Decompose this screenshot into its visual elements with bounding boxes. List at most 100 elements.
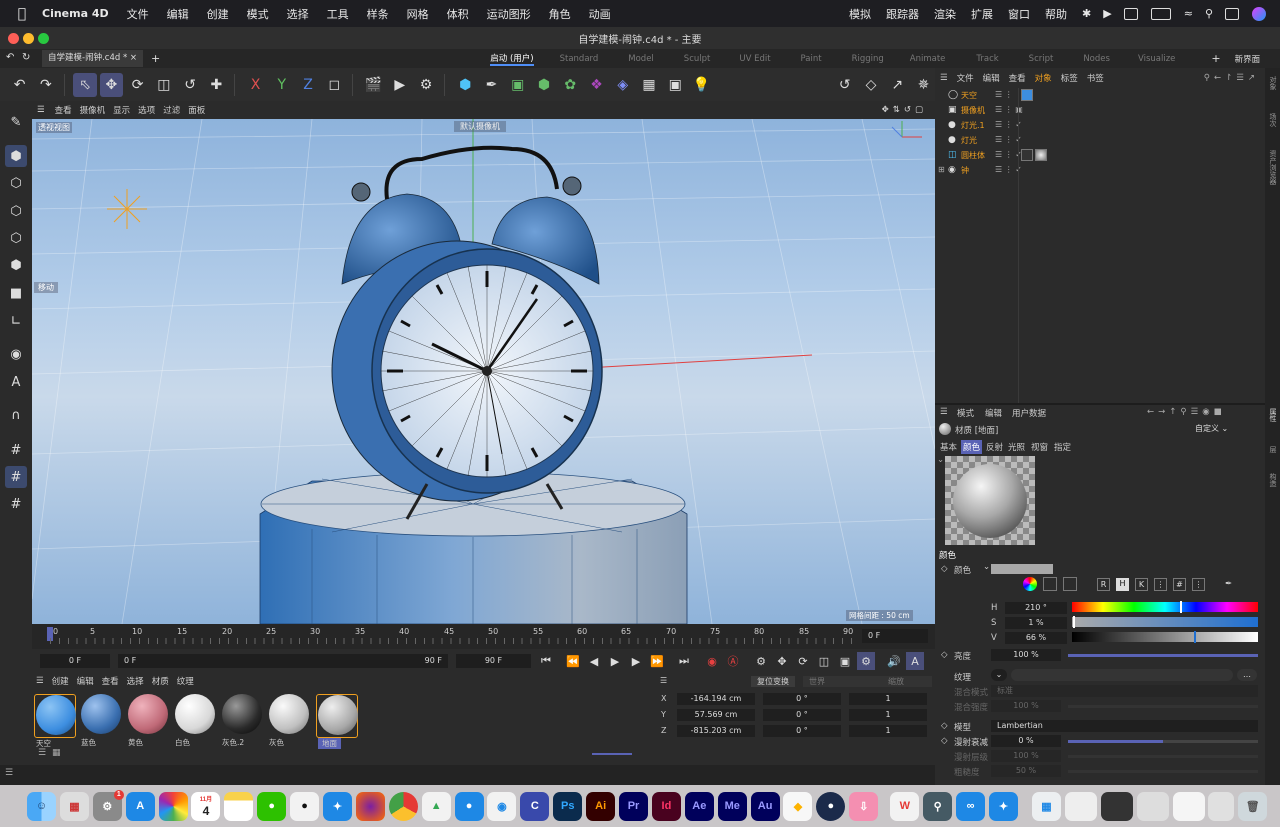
edge-mode-icon[interactable]: ⬡: [5, 227, 27, 249]
layout-paint[interactable]: Paint: [801, 54, 822, 64]
object-flags[interactable]: ☰ ⋮: [995, 90, 1013, 99]
value-slider[interactable]: [1072, 631, 1258, 643]
viewport-menu-filter[interactable]: 过滤: [163, 104, 180, 116]
object-row-sky[interactable]: ◯ 天空 ☰ ⋮: [935, 88, 1265, 103]
brightness-field[interactable]: 100 %: [991, 649, 1061, 661]
snap-settings-icon[interactable]: #: [5, 493, 27, 515]
eyedropper-icon[interactable]: ✒: [1225, 579, 1232, 589]
model-icon[interactable]: ✚: [205, 73, 228, 97]
color-expand-icon[interactable]: ⌄: [983, 562, 990, 572]
object-name[interactable]: 天空: [961, 90, 977, 101]
pen-icon[interactable]: ✒: [480, 73, 503, 97]
object-menu-tags[interactable]: 标签: [1061, 72, 1078, 84]
camera-icon[interactable]: ▣: [664, 73, 687, 97]
blend-strength-field[interactable]: 100 %: [991, 700, 1061, 712]
scale-x-field[interactable]: 1: [849, 693, 927, 705]
y-axis-icon[interactable]: Y: [270, 73, 293, 97]
audition-icon[interactable]: Au: [750, 791, 780, 821]
transform-icon[interactable]: ↺: [178, 73, 201, 97]
mixer-mode-icon[interactable]: ⋮: [1154, 578, 1167, 591]
menu-tracker[interactable]: 跟踪器: [886, 6, 919, 22]
color-wheel-icon[interactable]: [1023, 577, 1037, 591]
new-layout-button[interactable]: 新界面: [1235, 53, 1261, 65]
slider-thumb[interactable]: [1073, 616, 1075, 628]
apple-icon[interactable]: : [14, 6, 30, 22]
menu-character[interactable]: 角色: [549, 6, 571, 22]
texture-dropdown[interactable]: ⌄: [991, 669, 1007, 681]
object-name[interactable]: 灯光: [961, 135, 977, 146]
value-field[interactable]: 66 %: [1005, 632, 1067, 644]
select-icon[interactable]: ⬁: [73, 72, 97, 97]
media-encoder-icon[interactable]: Me: [717, 791, 747, 821]
browser-icon[interactable]: C: [520, 791, 550, 821]
history-icon[interactable]: ↻: [22, 52, 30, 63]
recent-window-2[interactable]: [1100, 791, 1133, 821]
attr-tab-viewport[interactable]: 视窗: [1031, 441, 1048, 453]
material-menu-edit[interactable]: 编辑: [77, 675, 94, 687]
edit-icon[interactable]: ✎: [5, 111, 27, 133]
teams-icon[interactable]: ◉: [487, 791, 517, 821]
slider-thumb[interactable]: [1180, 601, 1182, 613]
close-window-button[interactable]: [8, 33, 19, 44]
material-swatch[interactable]: 天空: [34, 694, 76, 748]
subdivision-icon[interactable]: ▣: [506, 73, 529, 97]
material-list-view-icon[interactable]: ☰: [38, 748, 46, 758]
material-menu-select[interactable]: 选择: [127, 675, 144, 687]
menu-mode[interactable]: 模式: [247, 6, 269, 22]
hue-field[interactable]: 210 °: [1005, 602, 1067, 614]
layout-visualize[interactable]: Visualize: [1138, 54, 1175, 64]
material-scroll-slider[interactable]: [592, 753, 632, 755]
document-tab[interactable]: 自学建模-闹钟.c4d * ×: [42, 50, 144, 67]
model-mode-icon[interactable]: ⬢: [5, 145, 27, 167]
prev-key-icon[interactable]: ⏪: [564, 652, 582, 670]
diffuse-falloff-slider[interactable]: [1068, 740, 1258, 743]
texture-more-button[interactable]: …: [1237, 669, 1257, 681]
notes-icon[interactable]: [224, 791, 254, 821]
control-center-icon[interactable]: [1225, 7, 1239, 20]
z-axis-icon[interactable]: Z: [296, 73, 319, 97]
timeline-ruler[interactable]: 0 5 10 15 20 25 30 35 40 45 50 55 60 65 …: [32, 624, 935, 649]
attr-tab-illumination[interactable]: 光照: [1008, 441, 1025, 453]
material-grid-view-icon[interactable]: ▦: [52, 748, 61, 758]
wps-icon[interactable]: W: [890, 791, 920, 821]
menu-create[interactable]: 创建: [207, 6, 229, 22]
object-search-icon[interactable]: ⚲←↾☰↗: [1204, 73, 1259, 83]
indesign-icon[interactable]: Id: [651, 791, 681, 821]
cube-icon[interactable]: ⬢: [454, 73, 477, 97]
menu-simulate[interactable]: 模拟: [849, 6, 871, 22]
viewport-menu-camera[interactable]: 摄像机: [80, 104, 106, 116]
hsv-mode-button[interactable]: H: [1116, 578, 1129, 591]
layout-animate[interactable]: Animate: [910, 54, 946, 64]
object-menu-icon[interactable]: ☰: [940, 73, 948, 83]
point-mode-icon[interactable]: ⬡: [5, 200, 27, 222]
kelvin-mode-button[interactable]: K: [1135, 578, 1148, 591]
status-menu-icon[interactable]: ☰: [5, 768, 13, 778]
layout-standard[interactable]: Standard: [560, 54, 599, 64]
end-frame-field[interactable]: 90 F: [456, 654, 531, 668]
object-menu-object[interactable]: 对象: [1035, 72, 1052, 84]
model-keyframe-icon[interactable]: ◇: [941, 721, 948, 731]
start-frame-field[interactable]: 0 F: [40, 654, 110, 668]
menu-spline[interactable]: 样条: [367, 6, 389, 22]
deformer-icon[interactable]: ❖: [585, 73, 608, 97]
diffuse-level-slider[interactable]: [1068, 755, 1258, 758]
render-view-icon[interactable]: ▶: [388, 73, 411, 97]
menu-select[interactable]: 选择: [287, 6, 309, 22]
object-menu-bookmarks[interactable]: 书签: [1087, 72, 1104, 84]
illustrator-icon[interactable]: Ai: [586, 791, 616, 821]
blend-mode-dropdown[interactable]: 标准: [991, 685, 1258, 697]
rgb-mode-button[interactable]: R: [1097, 578, 1110, 591]
menu-animate[interactable]: 动画: [589, 6, 611, 22]
material-swatch[interactable]: 蓝色: [80, 694, 122, 747]
zoom-window-button[interactable]: [38, 33, 49, 44]
redo-icon[interactable]: ↷: [34, 73, 57, 97]
trash-icon[interactable]: 🗑: [1238, 791, 1268, 821]
material-menu-texture[interactable]: 纹理: [177, 675, 194, 687]
after-effects-icon[interactable]: Ae: [684, 791, 714, 821]
keyboard-icon[interactable]: [1123, 7, 1138, 20]
material-tag-icon[interactable]: [1035, 149, 1047, 161]
layout-nodes[interactable]: Nodes: [1083, 54, 1110, 64]
material-swatch[interactable]: 黄色: [127, 694, 169, 747]
material-swatch-selected[interactable]: 地面: [316, 694, 358, 749]
hex-mode-icon[interactable]: #: [1173, 578, 1186, 591]
